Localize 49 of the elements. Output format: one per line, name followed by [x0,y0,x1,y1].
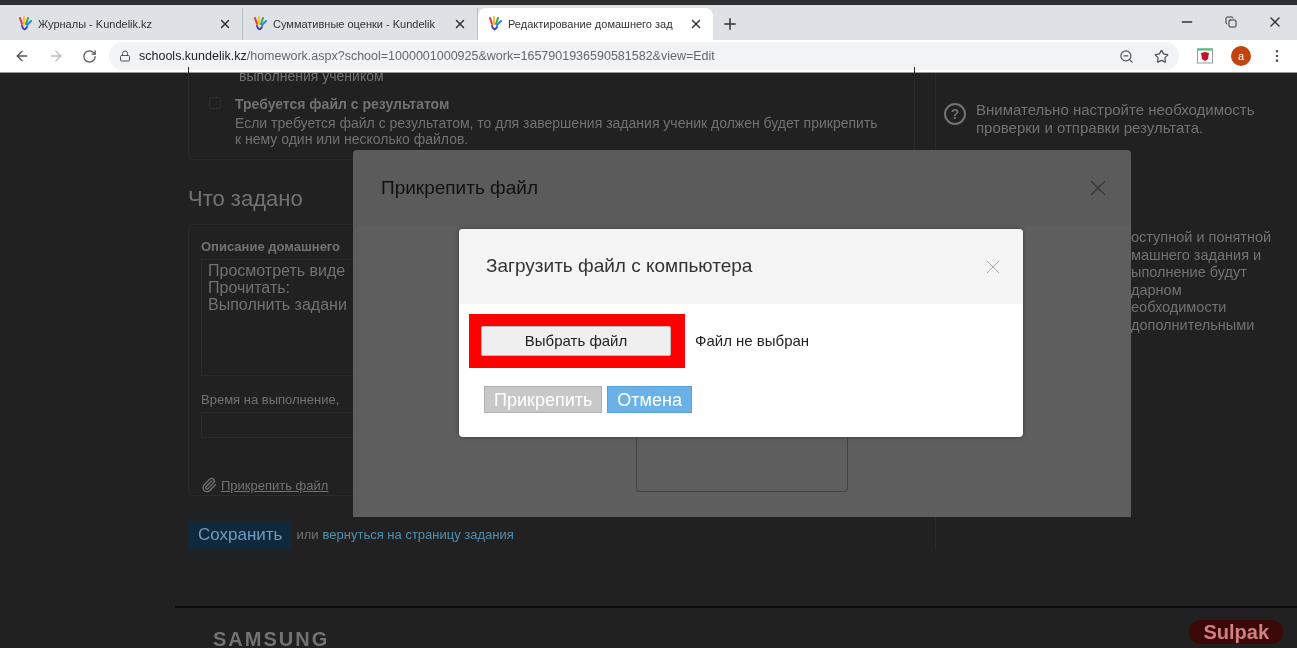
reload-icon[interactable] [82,48,97,64]
shield-extension-icon[interactable] [1197,48,1213,64]
close-icon[interactable] [453,17,467,31]
option-title: Требуется файл с результатом [235,95,451,114]
address-bar[interactable]: schools.kundelik.kz/homework.aspx?school=1000001000925&work=1657901936590581582&view=Edit [109,42,1179,70]
attach-file-link[interactable]: Прикрепить файл [221,475,329,495]
tab-title: Суммативные оценки - Kundelik [273,16,435,32]
bookmark-star-icon[interactable] [1154,48,1169,64]
paperclip-icon [201,477,217,494]
field-label: Время на выполнение, [201,390,340,409]
hand-logo-icon [18,16,32,32]
restore-icon[interactable] [1225,16,1237,28]
hint-text: машнего задания и [1131,246,1262,264]
or-text: или [296,526,319,545]
hand-logo-icon [488,16,502,32]
hint-text: оступной и понятной [1131,229,1272,247]
avatar[interactable]: a [1231,46,1251,66]
option-description: Если требуется файл с результатом, то для завершения задания ученик должен будет прикрепить к нему один или несколько файлов. [235,115,879,147]
help-icon: ? [944,103,966,125]
hint-text: Внимательно настройте необходимость проверки и отправки результата. [976,101,1256,137]
close-icon[interactable] [218,17,232,31]
section-title: Что задано [188,186,303,212]
lock-icon [119,50,131,62]
file-status: Файл не выбран [695,330,810,351]
text-line: Выполнить задани [208,295,347,313]
dialog-title: Прикрепить файл [381,175,538,200]
browser-tab[interactable]: Редактирование домашнего зад [478,8,713,40]
hint-text: дарном [1131,281,1182,299]
new-tab-icon[interactable] [721,15,739,33]
logo-text: Sulpak [1189,620,1283,644]
hint-text: дополнительными [1131,316,1255,334]
save-button[interactable]: Сохранить [188,521,293,549]
dialog-title: Загрузить файл с компьютера [486,254,753,279]
hint-text: ыполнение будут [1131,264,1247,282]
logo-text: SAMSUNG [213,628,330,648]
choose-file-button[interactable]: Выбрать файл [481,326,671,356]
tab-title: Журналы - Kundelik.kz [38,16,153,32]
zoom-icon[interactable] [1119,48,1134,64]
hint-text: еобходимости [1131,299,1227,317]
url-text: schools.kundelik.kz/homework.aspx?school=1000001000925&work=1657901936590581582&view=Edit [139,47,716,65]
text-line: Просмотреть виде [208,261,346,279]
field-label: Описание домашнего [201,238,341,256]
text-line: Прочитать: [208,278,291,296]
hand-logo-icon [253,16,267,32]
close-icon[interactable] [689,17,703,31]
back-link[interactable]: вернуться на страницу задания [322,525,514,545]
tab-title: Редактирование домашнего зад [508,16,673,32]
back-icon[interactable] [14,48,30,64]
option-description: выполнения учеником [239,69,384,84]
